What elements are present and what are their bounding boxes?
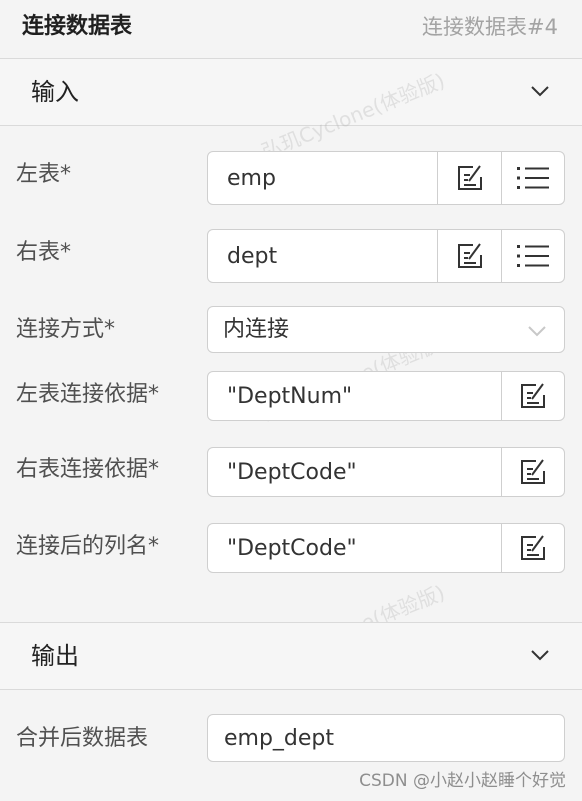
left-table-value[interactable]: emp <box>227 164 276 194</box>
list-icon <box>517 245 549 267</box>
join-type-select[interactable]: 内连接 <box>207 306 565 353</box>
node-id: 连接数据表#4 <box>422 15 558 39</box>
output-section-title: 输出 <box>31 642 79 670</box>
source-credit: CSDN @小赵小赵睡个好觉 <box>359 771 566 791</box>
input-section-title: 输入 <box>31 78 79 106</box>
right-table-field: dept <box>207 229 565 283</box>
list-icon <box>517 167 549 189</box>
left-key-value[interactable]: "DeptNum" <box>227 382 352 412</box>
edit-icon <box>521 383 545 408</box>
edit-button[interactable] <box>501 448 564 496</box>
join-type-value: 内连接 <box>223 317 290 342</box>
edit-icon <box>521 459 545 484</box>
edit-button[interactable] <box>501 372 564 420</box>
left-key-label: 左表连接依据* <box>16 382 160 407</box>
merged-table-value: emp_dept <box>224 726 335 751</box>
list-button[interactable] <box>501 152 564 204</box>
edit-button[interactable] <box>501 524 564 572</box>
left-table-field: emp <box>207 151 565 205</box>
output-section-header[interactable]: 输出 <box>0 622 582 690</box>
right-key-field: "DeptCode" <box>207 447 565 497</box>
panel-header: 连接数据表 连接数据表#4 <box>0 0 582 56</box>
chevron-down-icon <box>528 326 546 337</box>
right-key-label: 右表连接依据* <box>16 457 160 482</box>
edit-icon <box>457 165 482 190</box>
join-type-label: 连接方式* <box>16 317 116 342</box>
list-button[interactable] <box>501 230 564 282</box>
joined-column-field: "DeptCode" <box>207 523 565 573</box>
edit-icon <box>457 243 482 268</box>
panel-title: 连接数据表 <box>22 14 133 39</box>
left-table-label: 左表* <box>16 162 72 187</box>
joined-column-label: 连接后的列名* <box>16 534 160 559</box>
right-table-value[interactable]: dept <box>227 242 277 272</box>
right-table-label: 右表* <box>16 240 72 265</box>
chevron-down-icon[interactable] <box>528 79 552 103</box>
edit-button[interactable] <box>437 230 501 282</box>
chevron-down-icon[interactable] <box>528 643 552 667</box>
left-key-field: "DeptNum" <box>207 371 565 421</box>
joined-column-value[interactable]: "DeptCode" <box>227 534 357 564</box>
edit-icon <box>521 535 545 560</box>
right-key-value[interactable]: "DeptCode" <box>227 458 357 488</box>
merged-table-label: 合并后数据表 <box>16 726 149 751</box>
edit-button[interactable] <box>437 152 501 204</box>
input-section-header[interactable]: 输入 <box>0 58 582 126</box>
merged-table-input[interactable]: emp_dept <box>207 714 565 762</box>
